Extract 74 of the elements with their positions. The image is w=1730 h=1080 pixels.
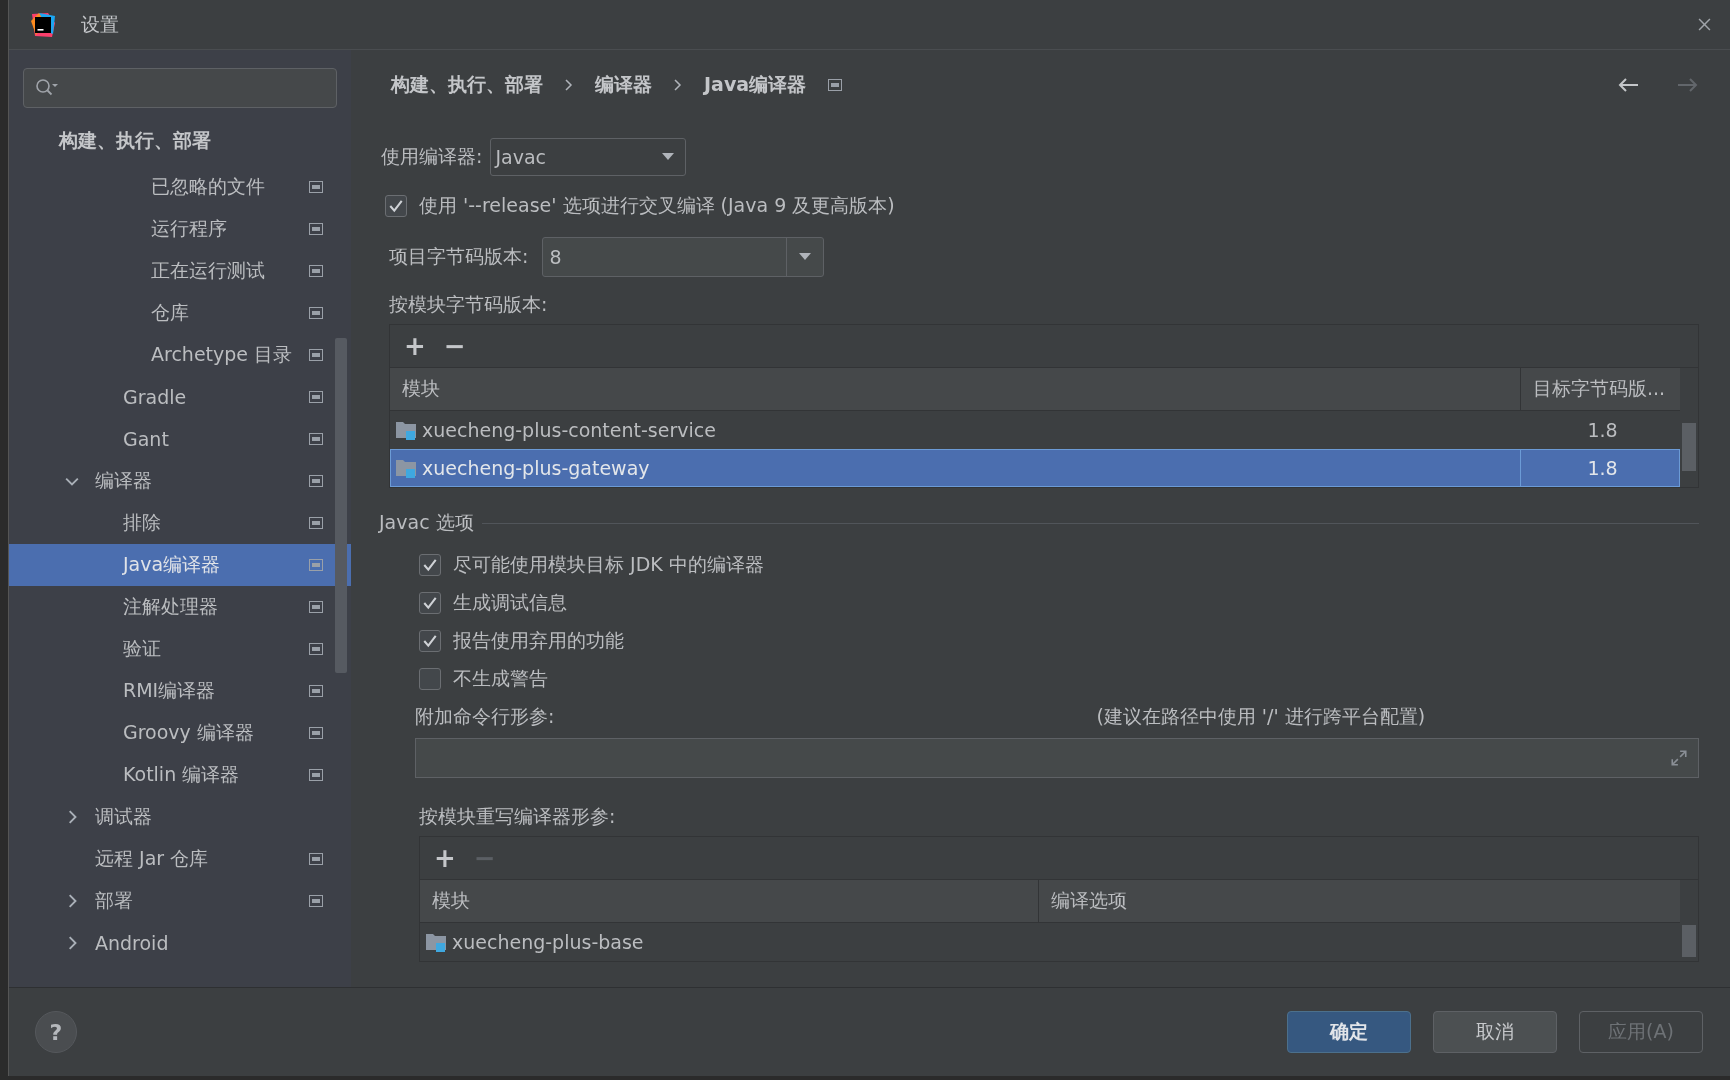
- module-name: xuecheng-plus-base: [452, 931, 644, 953]
- column-header[interactable]: 目标字节码版...: [1520, 368, 1680, 410]
- caret-icon: [798, 253, 813, 261]
- sidebar-item[interactable]: 验证: [9, 628, 351, 670]
- group-title: Javac 选项: [379, 510, 474, 535]
- dialog-button[interactable]: 取消: [1433, 1011, 1557, 1053]
- bytecode-version-dropdown[interactable]: 8: [542, 237, 825, 277]
- sidebar-item[interactable]: 运行程序: [9, 208, 351, 250]
- dialog-button[interactable]: 确定: [1287, 1011, 1411, 1053]
- sidebar-item[interactable]: 注解处理器: [9, 586, 351, 628]
- checkbox-label: 生成调试信息: [453, 590, 567, 615]
- project-settings-icon: [828, 79, 843, 91]
- checkbox-label: 不生成警告: [453, 666, 548, 691]
- compiler-dropdown[interactable]: Javac: [490, 138, 687, 176]
- scrollbar[interactable]: [335, 338, 347, 673]
- breadcrumb-item[interactable]: 编译器: [595, 72, 652, 98]
- toolbar-button[interactable]: −: [443, 333, 466, 359]
- hint-text: (建议在路径中使用 '/' 进行跨平台配置): [1096, 704, 1426, 729]
- search-icon: [34, 78, 60, 98]
- section-label: 按模块字节码版本:: [388, 292, 549, 317]
- caret-icon: [661, 153, 676, 161]
- checkbox-label: 尽可能使用模块目标 JDK 中的编译器: [453, 552, 764, 577]
- section-label: 按模块重写编译器形参:: [418, 804, 617, 829]
- app-logo-icon: [29, 10, 57, 39]
- module-name: xuecheng-plus-content-service: [422, 419, 716, 441]
- sidebar-item[interactable]: 编译器: [9, 460, 351, 502]
- toolbar-button[interactable]: +: [404, 333, 426, 359]
- chevron-right-icon: [565, 79, 573, 91]
- field-label: 项目字节码版本:: [389, 244, 529, 269]
- sidebar-item[interactable]: 仓库: [9, 292, 351, 334]
- checkbox[interactable]: [419, 668, 441, 690]
- checkbox[interactable]: [419, 592, 441, 614]
- sidebar-item[interactable]: Android: [9, 922, 351, 964]
- sidebar-item[interactable]: 正在运行测试: [9, 250, 351, 292]
- field-label: 使用编译器:: [381, 144, 483, 169]
- sidebar-item[interactable]: Groovy 编译器: [9, 712, 351, 754]
- section-header: 构建、执行、部署: [57, 128, 212, 153]
- sidebar-item[interactable]: 排除: [9, 502, 351, 544]
- back-arrow-icon[interactable]: [1617, 77, 1639, 93]
- sidebar-item[interactable]: Gradle: [9, 376, 351, 418]
- sidebar-item[interactable]: Kotlin 编译器: [9, 754, 351, 796]
- sidebar-item[interactable]: Gant: [9, 418, 351, 460]
- sidebar-item[interactable]: 远程 Jar 仓库: [9, 838, 351, 880]
- column-header[interactable]: 模块: [420, 880, 1038, 922]
- scrollbar[interactable]: [1682, 925, 1696, 957]
- sidebar-item[interactable]: RMI编译器: [9, 670, 351, 712]
- breadcrumb-item[interactable]: 构建、执行、部署: [391, 72, 543, 98]
- sidebar-item[interactable]: 已忽略的文件: [9, 166, 351, 208]
- sidebar-item[interactable]: Archetype 目录: [9, 334, 351, 376]
- table-row[interactable]: xuecheng-plus-base: [420, 923, 1680, 961]
- scrollbar[interactable]: [1682, 423, 1696, 471]
- input-field[interactable]: [415, 738, 1699, 778]
- expand-icon[interactable]: [1670, 749, 1688, 767]
- toolbar-button[interactable]: +: [434, 845, 456, 871]
- chevron-right-icon: [674, 79, 682, 91]
- sidebar-item[interactable]: 调试器: [9, 796, 351, 838]
- module-name: xuecheng-plus-gateway: [422, 457, 650, 479]
- close-icon[interactable]: [1698, 18, 1711, 31]
- sidebar-item[interactable]: 部署: [9, 880, 351, 922]
- version-cell: 1.8: [1520, 449, 1680, 487]
- checkbox-label: 使用 '--release' 选项进行交叉编译 (Java 9 及更高版本): [419, 193, 895, 218]
- column-header[interactable]: 模块: [390, 368, 1520, 410]
- column-header[interactable]: 编译选项: [1038, 880, 1680, 922]
- help-button[interactable]: ?: [35, 1011, 77, 1053]
- search-field[interactable]: [23, 68, 337, 108]
- table-row[interactable]: xuecheng-plus-gateway 1.8: [390, 449, 1680, 487]
- checkbox[interactable]: [419, 554, 441, 576]
- breadcrumb-item[interactable]: Java编译器: [704, 72, 807, 98]
- sidebar-item[interactable]: Java编译器: [9, 544, 351, 586]
- field-label: 附加命令行形参:: [415, 704, 555, 729]
- checkbox[interactable]: [419, 630, 441, 652]
- checkbox[interactable]: [385, 195, 407, 217]
- window-title: 设置: [81, 11, 119, 37]
- checkbox-label: 报告使用弃用的功能: [453, 628, 624, 653]
